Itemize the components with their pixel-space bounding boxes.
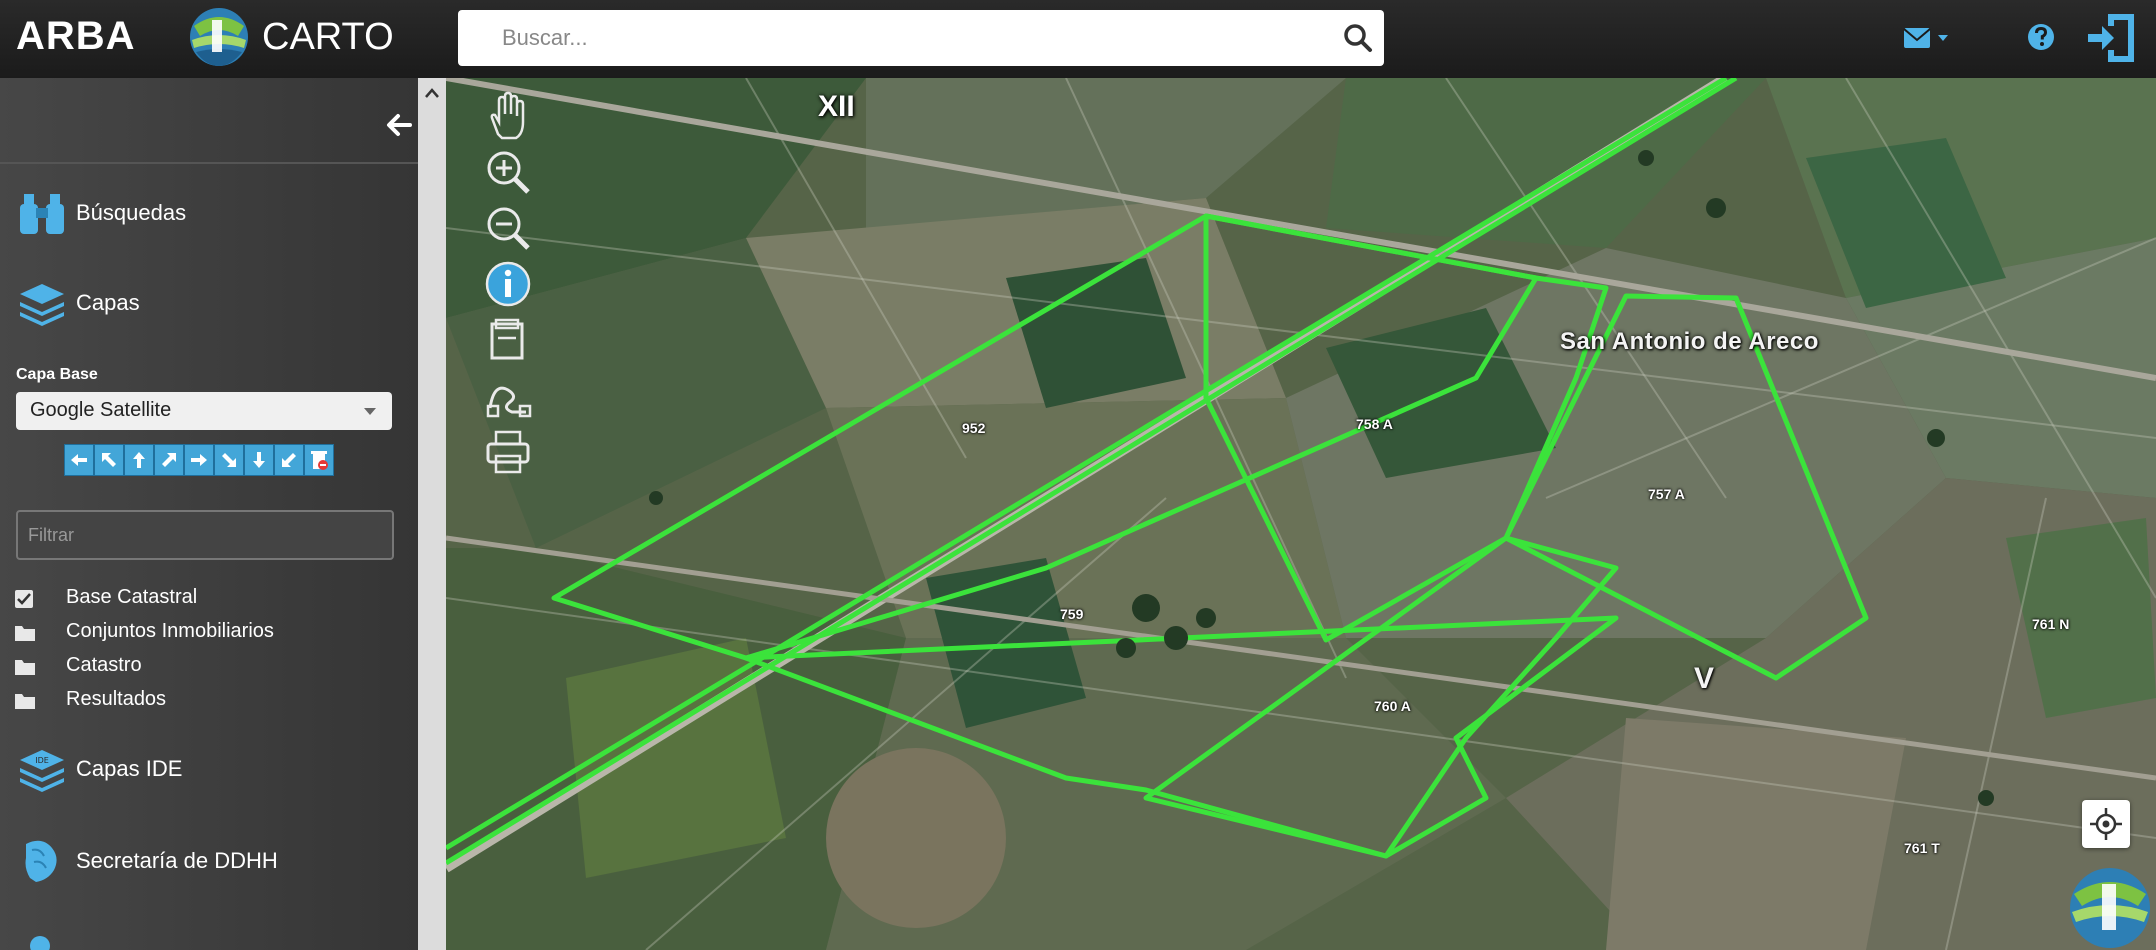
capa-base-value: Google Satellite: [30, 399, 172, 421]
sidebar-item-capas-ide[interactable]: IDE Capas IDE: [0, 734, 418, 804]
arrow-up-right-icon: [162, 453, 176, 467]
sidebar-item-ddhh[interactable]: Secretaría de DDHH: [0, 826, 418, 896]
sidebar-item-busquedas[interactable]: Búsquedas: [0, 178, 418, 248]
print-icon[interactable]: [482, 426, 534, 478]
capa-base-label: Capa Base: [16, 366, 98, 383]
filter-box: [16, 510, 394, 560]
binoculars-icon: [20, 194, 64, 234]
divider: [0, 162, 418, 164]
satellite-imagery: [446, 78, 2156, 950]
help-icon[interactable]: [2024, 20, 2058, 54]
pan-west-button[interactable]: [64, 444, 94, 476]
zoom-out-icon[interactable]: [482, 202, 534, 254]
top-bar: ARBA CARTO: [0, 0, 2156, 78]
zoom-in-icon[interactable]: [482, 146, 534, 198]
arrow-left-icon: [71, 454, 87, 466]
ddhh-icon: [25, 840, 57, 882]
carto-watermark-icon: [2070, 868, 2150, 948]
arrow-down-icon: [253, 452, 265, 468]
sidebar-item-capas[interactable]: Capas: [0, 268, 418, 338]
search-box: [458, 10, 1384, 66]
pan-north-button[interactable]: [124, 444, 154, 476]
region-label: XII: [818, 90, 855, 123]
layer-label: Conjuntos Inmobiliarios: [66, 620, 274, 642]
town-label: San Antonio de Areco: [1560, 328, 1819, 355]
search-input[interactable]: [458, 10, 1318, 66]
arrow-right-icon: [191, 454, 207, 466]
arrow-down-left-icon: [282, 453, 296, 467]
arrow-down-right-icon: [222, 453, 236, 467]
parcel-label: 761 N: [2032, 616, 2070, 632]
parcel-label: 761 T: [1904, 840, 1940, 856]
layer-label: Catastro: [66, 654, 142, 676]
layers-icon: [20, 284, 64, 326]
map-view[interactable]: XII San Antonio de Areco 952 758 A 757 A…: [446, 78, 2156, 950]
folder-icon: [15, 660, 35, 675]
filter-input[interactable]: [18, 512, 392, 558]
pan-hand-icon[interactable]: [482, 90, 534, 142]
layer-label: Base Catastral: [66, 586, 198, 608]
arrow-up-icon: [133, 452, 145, 468]
svg-text:IDE: IDE: [35, 756, 49, 765]
sidebar-scrollbar[interactable]: [418, 78, 446, 950]
pan-southwest-button[interactable]: [274, 444, 304, 476]
capa-base-select[interactable]: Google Satellite: [16, 392, 392, 430]
pan-south-button[interactable]: [244, 444, 274, 476]
sidebar-item-label: Capas: [76, 290, 140, 315]
sidebar: Búsquedas Capas Capa Base Google Satelli…: [0, 78, 418, 950]
pan-northwest-button[interactable]: [94, 444, 124, 476]
pan-southeast-button[interactable]: [214, 444, 244, 476]
search-icon[interactable]: [1338, 18, 1378, 58]
chevron-down-icon: [364, 408, 376, 415]
layer-label: Resultados: [66, 688, 167, 710]
scroll-up-icon[interactable]: [424, 86, 440, 100]
trash-icon: [311, 451, 328, 470]
mail-icon[interactable]: [1902, 20, 1954, 56]
sidebar-item-label: Búsquedas: [76, 200, 187, 225]
checkbox-checked-icon[interactable]: [14, 590, 36, 608]
folder-icon: [15, 626, 35, 641]
pan-east-button[interactable]: [184, 444, 214, 476]
clear-button[interactable]: [304, 444, 334, 476]
parcel-label: 952: [962, 420, 986, 436]
measure-icon[interactable]: [482, 370, 534, 422]
folder-icon: [15, 694, 35, 709]
pan-arrows: [64, 444, 334, 476]
exit-icon[interactable]: [2086, 10, 2138, 66]
zone-label: V: [1694, 662, 1715, 695]
arrow-up-left-icon: [102, 453, 116, 467]
parcel-label: 760 A: [1374, 698, 1411, 714]
arba-brand[interactable]: ARBA: [16, 14, 136, 59]
pan-northeast-button[interactable]: [154, 444, 184, 476]
parcel-label: 758 A: [1356, 416, 1393, 432]
locate-button[interactable]: [2082, 800, 2130, 848]
parcel-label: 759: [1060, 606, 1084, 622]
layers-tool-icon[interactable]: [482, 314, 534, 366]
sidebar-item-label: Capas IDE: [76, 756, 183, 781]
crosshair-icon: [2090, 808, 2122, 840]
collapse-arrow-icon[interactable]: [380, 106, 418, 144]
sidebar-item-label: Secretaría de DDHH: [76, 848, 278, 873]
carto-logo-icon: [190, 8, 248, 66]
partial-menu-icon: [30, 936, 50, 950]
carto-logo-text: CARTO: [262, 16, 394, 58]
layers-ide-icon: IDE: [20, 750, 64, 792]
info-icon[interactable]: [482, 258, 534, 310]
parcel-label: 757 A: [1648, 486, 1685, 502]
